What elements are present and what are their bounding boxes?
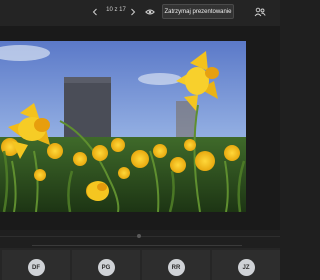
slide-counter: 10 z 17 <box>106 7 126 13</box>
stop-presenting-button[interactable]: Zatrzymaj prezentowanie <box>162 4 234 19</box>
participants-button[interactable] <box>253 5 267 19</box>
slide-stage <box>0 26 280 230</box>
participant-tile[interactable]: RR <box>142 250 210 280</box>
view-button[interactable] <box>143 5 157 19</box>
participant-tile[interactable]: PG <box>72 250 140 280</box>
participant-tile[interactable]: DF <box>2 250 70 280</box>
participant-tile[interactable]: JZ <box>212 250 280 280</box>
slide-image <box>0 41 246 212</box>
chevron-right-icon <box>131 8 136 16</box>
presentation-window: 10 z 17 Zatrzymaj prezentowanie DF PG RR… <box>0 0 280 280</box>
previous-slide-button[interactable] <box>88 5 102 19</box>
daffodils-photo <box>0 41 246 212</box>
eye-icon <box>145 9 155 15</box>
people-icon <box>254 7 266 17</box>
chevron-left-icon <box>92 8 97 16</box>
next-slide-button[interactable] <box>126 5 140 19</box>
avatar: JZ <box>237 259 255 276</box>
resize-handle[interactable] <box>137 234 141 238</box>
avatar: DF <box>27 259 45 276</box>
avatar: RR <box>167 259 185 276</box>
participants-strip: DF PG RR JZ <box>0 248 280 280</box>
avatar: PG <box>97 259 115 276</box>
filmstrip-track <box>32 245 242 246</box>
presenter-toolbar: 10 z 17 Zatrzymaj prezentowanie <box>0 0 280 26</box>
